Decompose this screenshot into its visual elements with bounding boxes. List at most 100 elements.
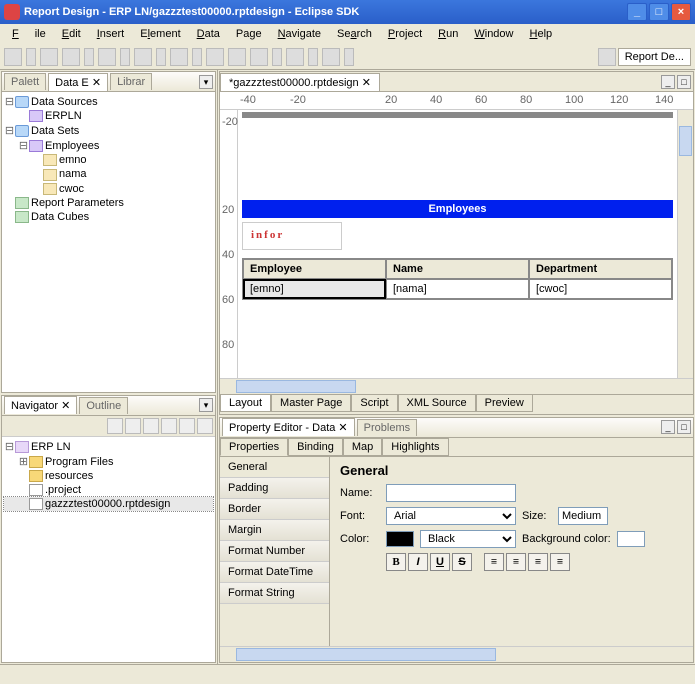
- toolbar-button[interactable]: [4, 48, 22, 66]
- toolbar-dropdown[interactable]: [344, 48, 354, 66]
- align-center-button[interactable]: ≡: [506, 553, 526, 571]
- tree-node[interactable]: gazzztest00000.rptdesign: [45, 498, 170, 510]
- tab-library[interactable]: Librar: [110, 73, 152, 90]
- menu-element[interactable]: Element: [132, 26, 188, 42]
- tree-node[interactable]: Data Sources: [31, 96, 98, 108]
- bold-button[interactable]: B: [386, 553, 406, 571]
- toolbar-button[interactable]: [322, 48, 340, 66]
- tree-node[interactable]: cwoc: [59, 183, 84, 195]
- editor-tab[interactable]: *gazzztest00000.rptdesign ✕: [220, 73, 380, 91]
- menu-edit[interactable]: Edit: [54, 26, 89, 42]
- toolbar-button[interactable]: [134, 48, 152, 66]
- perspective-button[interactable]: Report De...: [618, 48, 691, 66]
- maximize-view-icon[interactable]: □: [677, 75, 691, 89]
- nav-fwd-icon[interactable]: [125, 418, 141, 434]
- maximize-view-icon[interactable]: □: [677, 420, 691, 434]
- nav-back-icon[interactable]: [107, 418, 123, 434]
- tree-node[interactable]: Program Files: [45, 456, 113, 468]
- menu-run[interactable]: Run: [430, 26, 466, 42]
- close-button[interactable]: ×: [671, 3, 691, 21]
- tree-node[interactable]: Employees: [45, 140, 99, 152]
- toolbar-dropdown[interactable]: [120, 48, 130, 66]
- toolbar-button[interactable]: [98, 48, 116, 66]
- nav-collapse-icon[interactable]: [161, 418, 177, 434]
- menu-search[interactable]: Search: [329, 26, 380, 42]
- tab-navigator[interactable]: Navigator ✕: [4, 396, 77, 414]
- column-header[interactable]: Department: [529, 259, 672, 279]
- column-header[interactable]: Employee: [243, 259, 386, 279]
- toolbar-button[interactable]: [206, 48, 224, 66]
- menu-project[interactable]: Project: [380, 26, 430, 42]
- data-cell[interactable]: [cwoc]: [529, 279, 672, 299]
- data-cell[interactable]: [emno]: [243, 279, 386, 299]
- report-table[interactable]: Employee Name Department [emno] [nama] […: [242, 258, 673, 300]
- vertical-scrollbar[interactable]: [677, 110, 693, 378]
- menu-file[interactable]: File: [4, 26, 54, 42]
- tree-node[interactable]: nama: [59, 168, 87, 180]
- perspective-switcher-icon[interactable]: [598, 48, 616, 66]
- toolbar-dropdown[interactable]: [26, 48, 36, 66]
- tab-xml-source[interactable]: XML Source: [398, 395, 476, 412]
- tab-script[interactable]: Script: [351, 395, 397, 412]
- view-menu-icon[interactable]: ▾: [199, 398, 213, 412]
- data-cell[interactable]: [nama]: [386, 279, 529, 299]
- menu-window[interactable]: Window: [466, 26, 521, 42]
- tree-node[interactable]: resources: [45, 470, 93, 482]
- expand-icon[interactable]: ⊞: [18, 455, 29, 468]
- cat-format-number[interactable]: Format Number: [220, 541, 329, 562]
- toolbar-button[interactable]: [286, 48, 304, 66]
- toolbar-dropdown[interactable]: [308, 48, 318, 66]
- menu-insert[interactable]: Insert: [89, 26, 133, 42]
- tab-property-editor[interactable]: Property Editor - Data ✕: [222, 418, 355, 436]
- data-tree[interactable]: ⊟Data Sources ERPLN ⊟Data Sets ⊟Employee…: [2, 92, 215, 392]
- toolbar-button[interactable]: [250, 48, 268, 66]
- tab-palette[interactable]: Palett: [4, 73, 46, 90]
- toolbar-dropdown[interactable]: [156, 48, 166, 66]
- minimize-view-icon[interactable]: _: [661, 75, 675, 89]
- subtab-highlights[interactable]: Highlights: [382, 438, 448, 456]
- props-scrollbar[interactable]: [220, 646, 693, 662]
- tree-node[interactable]: ERP LN: [31, 441, 71, 453]
- name-input[interactable]: [386, 484, 516, 502]
- font-select[interactable]: Arial: [386, 507, 516, 525]
- maximize-button[interactable]: □: [649, 3, 669, 21]
- toolbar-button[interactable]: [170, 48, 188, 66]
- subtab-properties[interactable]: Properties: [220, 438, 288, 456]
- minimize-button[interactable]: _: [627, 3, 647, 21]
- menu-navigate[interactable]: Navigate: [270, 26, 329, 42]
- menu-data[interactable]: Data: [189, 26, 228, 42]
- tree-node[interactable]: emno: [59, 154, 87, 166]
- cat-general[interactable]: General: [220, 457, 329, 478]
- tree-node[interactable]: .project: [45, 484, 81, 496]
- cat-format-string[interactable]: Format String: [220, 583, 329, 604]
- size-input[interactable]: [558, 507, 608, 525]
- report-title-band[interactable]: Employees: [242, 200, 673, 218]
- report-logo[interactable]: infor: [242, 222, 342, 250]
- column-header[interactable]: Name: [386, 259, 529, 279]
- cat-border[interactable]: Border: [220, 499, 329, 520]
- expand-icon[interactable]: ⊟: [4, 95, 15, 108]
- toolbar-button[interactable]: [228, 48, 246, 66]
- toolbar-button[interactable]: [62, 48, 80, 66]
- tree-node[interactable]: Data Sets: [31, 125, 79, 137]
- navigator-tree[interactable]: ⊟ ERP LN ⊞ Program Files resources .projec…: [2, 437, 215, 662]
- subtab-map[interactable]: Map: [343, 438, 382, 456]
- view-menu-icon[interactable]: ▾: [199, 75, 213, 89]
- tree-node[interactable]: ERPLN: [45, 110, 82, 122]
- tab-master-page[interactable]: Master Page: [271, 395, 351, 412]
- expand-icon[interactable]: ⊟: [18, 139, 29, 152]
- menu-help[interactable]: Help: [522, 26, 561, 42]
- expand-icon[interactable]: ⊟: [4, 440, 15, 453]
- toolbar-dropdown[interactable]: [84, 48, 94, 66]
- align-right-button[interactable]: ≡: [528, 553, 548, 571]
- italic-button[interactable]: I: [408, 553, 428, 571]
- color-select[interactable]: Black: [420, 530, 516, 548]
- tab-outline[interactable]: Outline: [79, 397, 128, 414]
- tab-problems[interactable]: Problems: [357, 419, 417, 436]
- tab-preview[interactable]: Preview: [476, 395, 533, 412]
- underline-button[interactable]: U: [430, 553, 450, 571]
- cat-margin[interactable]: Margin: [220, 520, 329, 541]
- cat-format-datetime[interactable]: Format DateTime: [220, 562, 329, 583]
- toolbar-dropdown[interactable]: [192, 48, 202, 66]
- tree-node[interactable]: Data Cubes: [31, 211, 89, 223]
